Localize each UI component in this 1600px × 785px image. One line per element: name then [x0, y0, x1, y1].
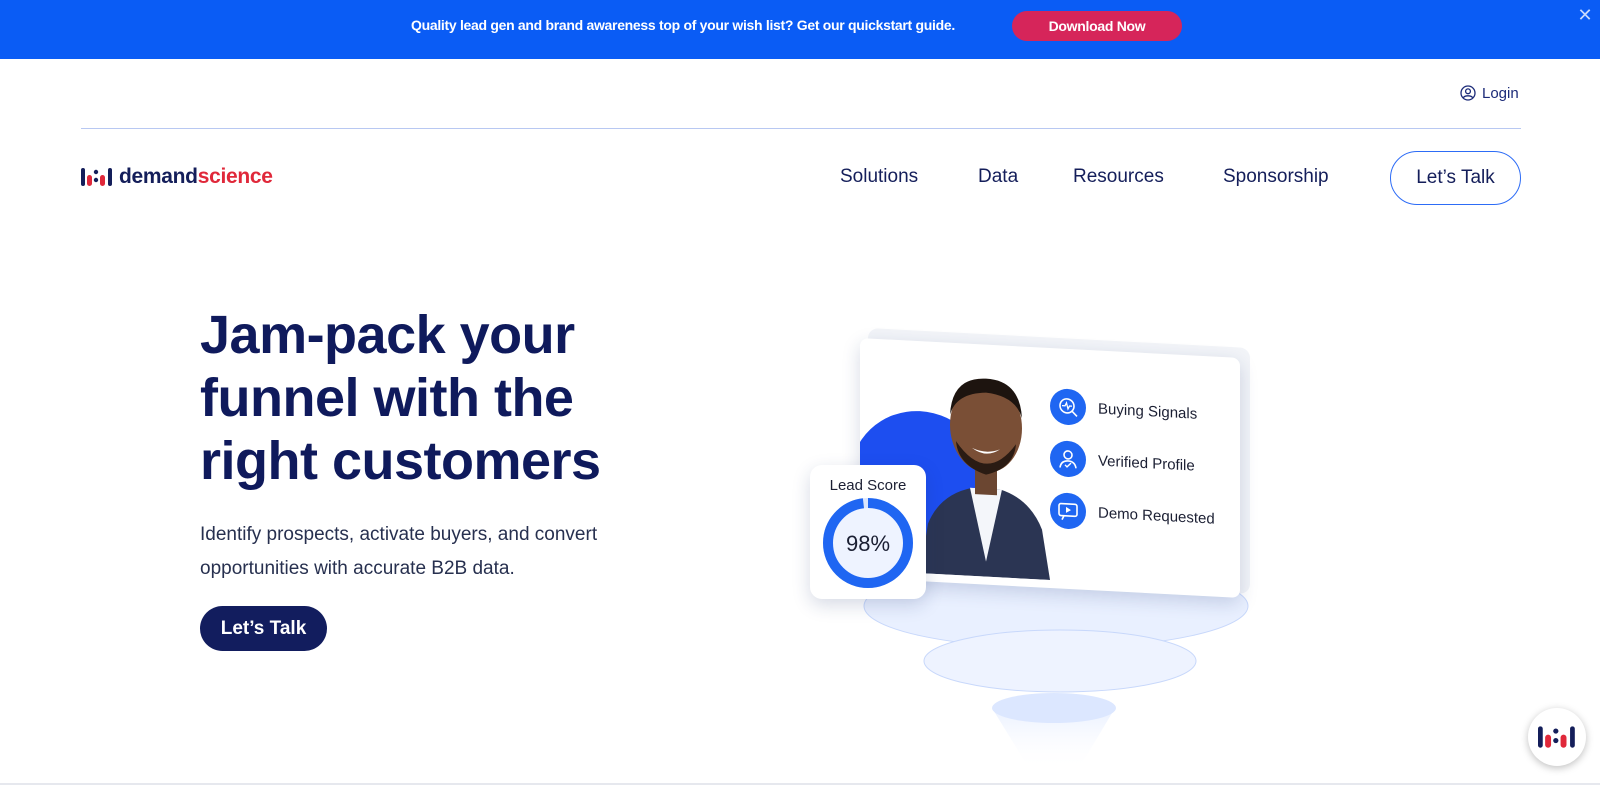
header-divider [81, 128, 1521, 129]
hero-title-line1: Jam-pack your [200, 305, 575, 365]
promo-text: Quality lead gen and brand awareness top… [411, 17, 955, 33]
hero-title-rest: with the [358, 368, 574, 428]
logo-mark-icon [81, 168, 112, 186]
hero-title: Jam-pack your funnel with the right cust… [200, 304, 720, 493]
logo-word-science: science [197, 165, 273, 188]
download-now-button[interactable]: Download Now [1012, 11, 1182, 41]
hero-illustration: Buying Signals Verified Profile Demo Req… [810, 327, 1280, 780]
logo-wordmark: demandscience [119, 165, 273, 189]
person-photo [920, 378, 1050, 580]
feature-demo-requested: Demo Requested [1050, 492, 1215, 537]
promo-banner: Quality lead gen and brand awareness top… [0, 0, 1600, 59]
nav-solutions[interactable]: Solutions [840, 162, 918, 192]
nav-sponsorship[interactable]: Sponsorship [1223, 162, 1329, 192]
nav-data[interactable]: Data [978, 162, 1018, 192]
video-demo-icon [1050, 492, 1086, 530]
feature-label: Demo Requested [1098, 504, 1215, 528]
hero-lets-talk-button[interactable]: Let’s Talk [200, 606, 327, 651]
signal-search-icon [1050, 388, 1086, 426]
brand-logo-chat-icon [1538, 726, 1575, 748]
nav-lets-talk-button[interactable]: Let’s Talk [1390, 151, 1521, 205]
nav-resources[interactable]: Resources [1073, 162, 1164, 192]
verified-user-icon [1050, 440, 1086, 478]
lead-score-label: Lead Score [829, 477, 907, 494]
user-circle-icon [1460, 85, 1476, 101]
feature-verified-profile: Verified Profile [1050, 440, 1195, 484]
feature-label: Buying Signals [1098, 400, 1198, 423]
feature-label: Verified Profile [1098, 452, 1195, 475]
lead-score-value: 98% [845, 531, 891, 556]
hero-title-bold: funnel [200, 368, 359, 428]
chat-widget-button[interactable] [1528, 708, 1586, 766]
logo-word-demand: demand [119, 165, 198, 188]
hero-subtitle: Identify prospects, activate buyers, and… [200, 524, 598, 579]
feature-buying-signals: Buying Signals [1050, 388, 1197, 432]
login-link[interactable]: Login [1460, 83, 1519, 103]
lead-score-card: Lead Score 98% [810, 465, 926, 599]
hero-title-line3: right customers [200, 431, 601, 491]
close-icon[interactable]: ✕ [1576, 6, 1594, 24]
login-label: Login [1482, 84, 1519, 102]
brand-logo[interactable]: demandscience [81, 164, 273, 190]
